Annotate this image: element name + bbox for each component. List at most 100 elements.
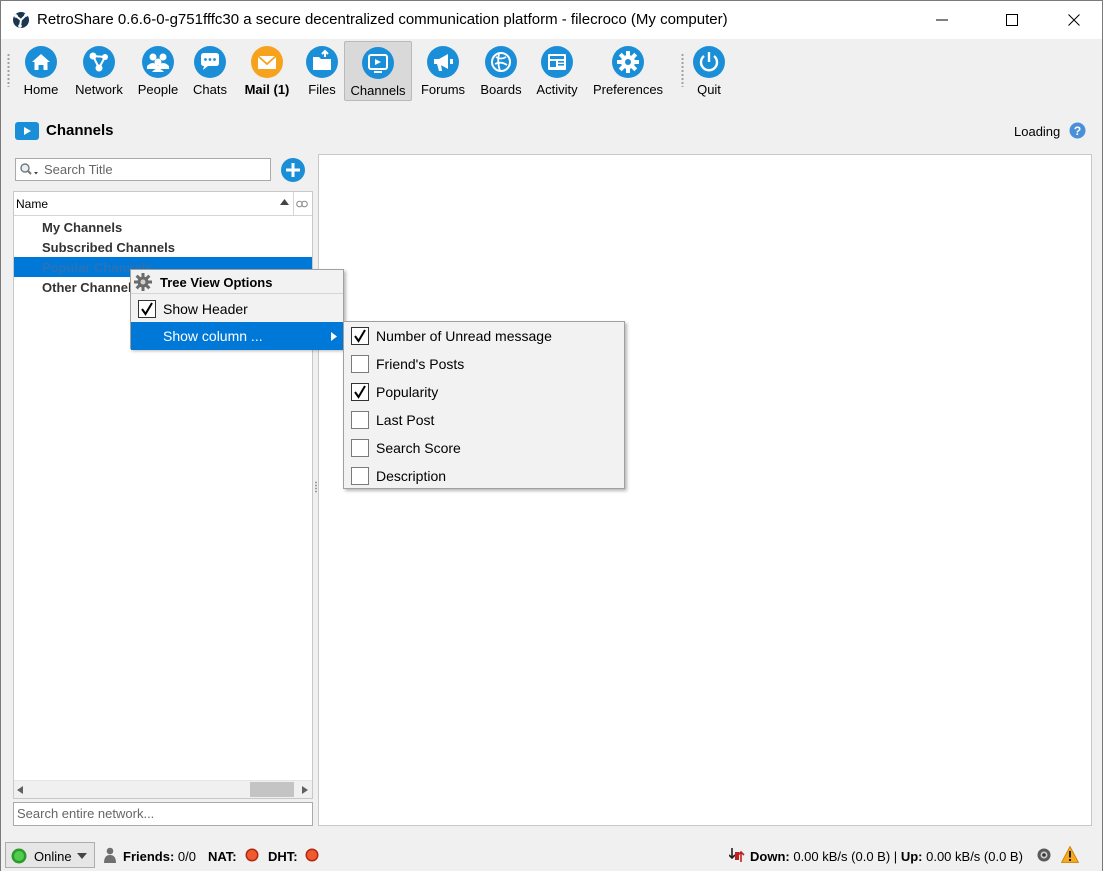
search-title-box[interactable] [15, 158, 271, 181]
menu-title: Tree View Options [160, 275, 273, 290]
tree-item-subscribed-channels[interactable]: Subscribed Channels [14, 237, 312, 257]
sort-ascending-icon [280, 199, 289, 205]
dht-status-icon [305, 848, 319, 862]
toolbar-chats-button[interactable]: Chats [189, 41, 231, 101]
gear-icon [134, 273, 152, 291]
search-icon [20, 163, 38, 175]
toolbar-grip-2[interactable] [681, 53, 684, 87]
bandwidth-icon [729, 848, 745, 862]
retroshare-logo-icon [13, 12, 29, 28]
toolbar-boards-button[interactable]: Boards [477, 41, 525, 101]
toolbar-mail-button[interactable]: Mail (1) [239, 41, 295, 101]
toolbar-people-button[interactable]: People [135, 41, 181, 101]
network-search-box[interactable] [13, 802, 313, 826]
online-status-dropdown[interactable]: Online [5, 842, 95, 868]
toolbar-quit-label: Quit [697, 82, 721, 97]
menu-item-label: Last Post [376, 412, 435, 428]
warning-icon[interactable] [1061, 846, 1079, 863]
up-value: 0.00 kB/s (0.0 B) [926, 849, 1023, 864]
tree-item-my-channels[interactable]: My Channels [14, 217, 312, 237]
name-column-header[interactable]: Name [16, 197, 48, 211]
friends-icon [104, 847, 116, 863]
friends-count: 0/0 [177, 849, 196, 864]
minimize-button[interactable] [919, 1, 965, 39]
column-separator[interactable] [293, 192, 294, 215]
forums-icon [427, 46, 459, 78]
checkmark-icon [141, 302, 153, 316]
search-title-input[interactable] [44, 160, 266, 179]
dht-label: DHT: [268, 849, 298, 864]
show-column-menu-item[interactable]: Show column ... [131, 322, 343, 350]
popularity-column-icon[interactable] [296, 200, 308, 208]
popularity-checkbox[interactable] [351, 383, 369, 401]
channels-page-icon [15, 122, 39, 140]
column-unread-menu-item[interactable]: Number of Unread message [344, 322, 624, 350]
toolbar-mail-label: Mail (1) [244, 82, 290, 97]
horizontal-scrollbar[interactable] [14, 780, 312, 798]
column-friends-posts-menu-item[interactable]: Friend's Posts [344, 350, 624, 378]
column-last-post-menu-item[interactable]: Last Post [344, 406, 624, 434]
title-bar: RetroShare 0.6.6-0-g751fffc30 a secure d… [1, 1, 1102, 39]
toolbar-forums-label: Forums [420, 82, 466, 97]
help-icon[interactable]: ? [1069, 122, 1086, 139]
show-header-menu-item[interactable]: Show Header [131, 295, 343, 323]
search-score-checkbox[interactable] [351, 439, 369, 457]
network-search-input[interactable] [17, 806, 307, 821]
up-label: Up: [900, 849, 923, 864]
nat-label: NAT: [208, 849, 237, 864]
loading-status: Loading [1014, 124, 1061, 139]
panel-splitter[interactable] [315, 481, 317, 493]
column-search-score-menu-item[interactable]: Search Score [344, 434, 624, 462]
maximize-button[interactable] [989, 1, 1035, 39]
toolbar-forums-button[interactable]: Forums [417, 41, 469, 101]
unread-checkbox[interactable] [351, 327, 369, 345]
description-checkbox[interactable] [351, 467, 369, 485]
submenu-arrow-icon [331, 332, 337, 341]
friends-posts-checkbox[interactable] [351, 355, 369, 373]
toolbar-boards-label: Boards [480, 82, 522, 97]
show-header-checkbox[interactable] [138, 300, 156, 318]
friends-label: Friends: [123, 849, 175, 864]
toolbar-quit-button[interactable]: Quit [691, 41, 727, 101]
people-icon [142, 46, 174, 78]
mail-icon [251, 46, 283, 78]
toolbar-home-button[interactable]: Home [19, 41, 63, 101]
tree-item-label: My Channels [42, 220, 123, 235]
toolbar-preferences-button[interactable]: Preferences [591, 41, 665, 101]
column-popularity-menu-item[interactable]: Popularity [344, 378, 624, 406]
toolbar-grip[interactable] [7, 53, 10, 87]
tree-header[interactable]: Name [14, 192, 312, 216]
menu-item-label: Show Header [163, 301, 248, 317]
app-window: RetroShare 0.6.6-0-g751fffc30 a secure d… [0, 0, 1103, 871]
toolbar-preferences-label: Preferences [592, 82, 664, 97]
network-icon [83, 46, 115, 78]
toolbar-activity-button[interactable]: Activity [533, 41, 581, 101]
toolbar-channels-button[interactable]: Channels [344, 41, 412, 101]
scroll-right-icon[interactable] [302, 786, 308, 794]
menu-item-label: Number of Unread message [376, 328, 552, 344]
friends-status: Friends: 0/0 [123, 849, 196, 864]
scrollbar-thumb[interactable] [250, 782, 294, 797]
bandwidth-separator: | [893, 849, 898, 864]
toolbar-network-button[interactable]: Network [71, 41, 127, 101]
menu-item-label: Popularity [376, 384, 439, 400]
page-title: Channels [46, 122, 114, 139]
checkmark-icon [354, 329, 366, 343]
down-label: Down: [750, 849, 790, 864]
close-button[interactable] [1051, 1, 1097, 39]
activity-icon [541, 46, 573, 78]
online-status-label: Online [34, 849, 72, 864]
main-toolbar: Home Network People Chats Mail (1) Files… [1, 39, 1102, 103]
toolbar-home-label: Home [23, 82, 59, 97]
scroll-left-icon[interactable] [17, 786, 23, 794]
last-post-checkbox[interactable] [351, 411, 369, 429]
toolbar-people-label: People [137, 82, 179, 97]
add-channel-button[interactable] [280, 157, 306, 183]
toolbar-chats-label: Chats [193, 82, 227, 97]
minimize-icon [936, 19, 948, 21]
column-description-menu-item[interactable]: Description [344, 462, 624, 490]
eye-icon[interactable] [1036, 847, 1052, 863]
toolbar-activity-label: Activity [536, 82, 578, 97]
toolbar-files-button[interactable]: Files [303, 41, 341, 101]
tree-view-options-menu: Tree View Options Show Header Show colum… [130, 269, 344, 350]
